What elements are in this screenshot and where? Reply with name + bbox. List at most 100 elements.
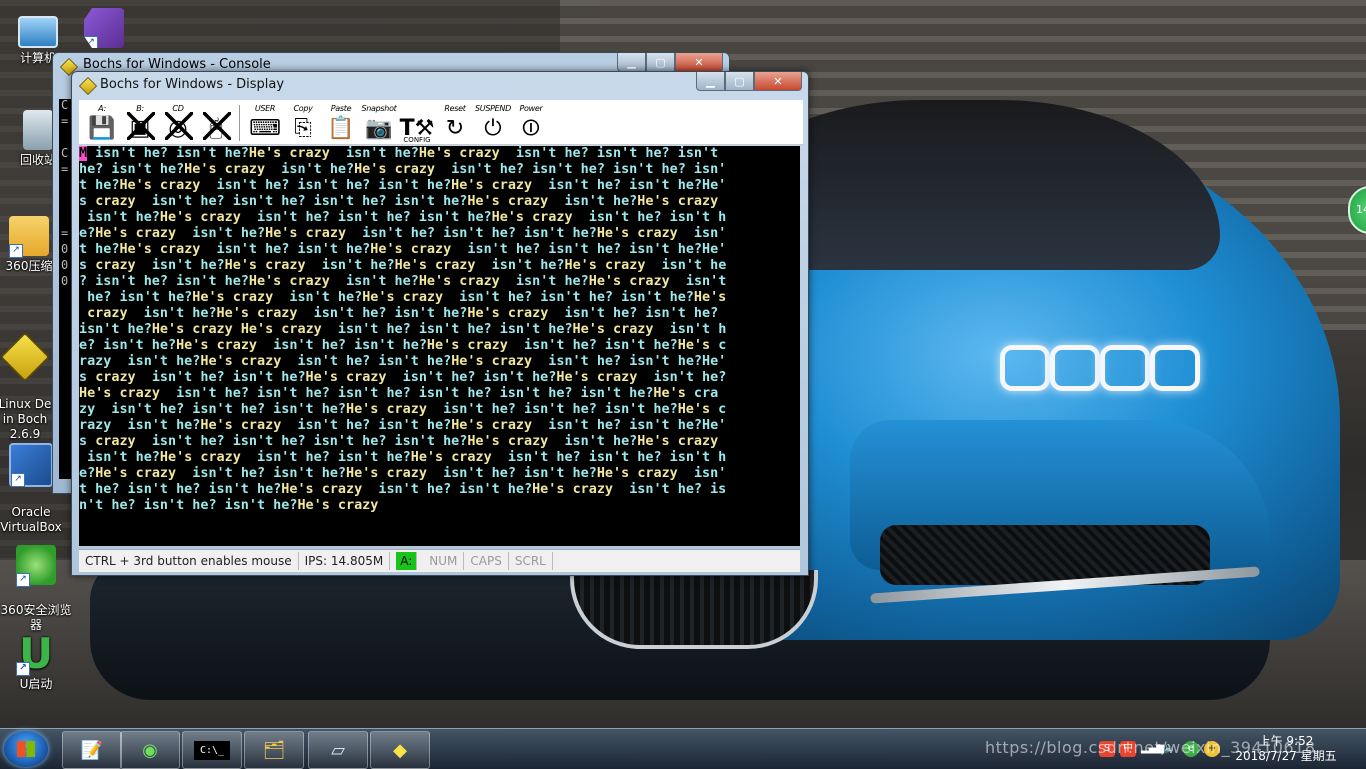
reset-icon: ↻ [445,116,465,141]
screen-line: s crazy isn't he?He's crazy isn't he?He'… [79,258,727,273]
u-start-icon: U ↗ [16,633,56,676]
explorer-icon: 🗂 [262,739,286,761]
taskbar-360-browser[interactable]: ◉ [120,731,180,769]
copy-button[interactable]: Copy ⎘ [284,102,322,144]
taskbar-editor[interactable]: ▱ [308,731,368,769]
display-close-button[interactable]: ✕ [754,72,802,91]
user-label: USER [254,104,276,113]
visual-studio-icon: ↗ [84,8,124,48]
console-close-button[interactable]: ✕ [675,53,723,72]
display-window[interactable]: Bochs for Windows - Display ▁ ▢ ✕ A: 💾 B… [71,71,809,576]
status-bar: CTRL + 3rd button enables mouse IPS: 14.… [79,549,800,572]
text-cursor: M [79,146,88,161]
car-grille [570,570,818,649]
screen-line: He's crazy isn't he? isn't he? isn't he?… [79,386,719,401]
360-browser-icon: ↗ [16,545,56,587]
cdrom-button[interactable]: CD ◎ [159,102,197,144]
config-label: CONFIG [403,136,431,144]
computer-icon [18,16,58,48]
screen-line: n't he? isn't he? isn't he?He's crazy [79,498,379,513]
desktop-icon-u-start[interactable]: U ↗ U启动 [0,633,74,692]
paste-label: Paste [330,104,352,113]
power-button[interactable]: Power ⏼ [512,102,550,144]
screen-line: e?He's crazy isn't he? isn't he?He's cra… [79,466,727,481]
snapshot-label: Snapshot [361,104,397,113]
screen-line: M isn't he? isn't he?He's crazy isn't he… [79,146,719,161]
screen-line: razy isn't he?He's crazy isn't he? isn't… [79,418,727,433]
screen-line: e?He's crazy isn't he?He's crazy isn't h… [79,226,727,241]
display-maximize-button[interactable]: ▢ [725,72,754,91]
screen-line: s crazy isn't he? isn't he? isn't he? is… [79,194,719,209]
power-label: Power [519,104,543,113]
toolbar-separator [239,105,242,141]
screen-line: he? isn't he?He's crazy isn't he?He's cr… [79,290,727,305]
screen-line: t he?He's crazy isn't he? isn't he?He's … [79,242,727,257]
screen-line: t he? isn't he? isn't he?He's crazy isn'… [79,482,727,497]
emulator-screen[interactable]: M isn't he? isn't he?He's crazy isn't he… [79,146,800,546]
drive-a-led: A: [396,552,418,570]
floppy-disk-icon: 💾 [88,116,116,141]
screen-line: isn't he?He's crazy isn't he? isn't he? … [79,210,727,225]
360-browser-icon: ◉ [142,739,158,761]
bochs-icon: ◆ [393,739,407,761]
screen-line: zy isn't he? isn't he? isn't he?He's cra… [79,402,727,417]
reset-button[interactable]: Reset ↻ [436,102,474,144]
suspend-icon: ⏻ [484,116,502,141]
display-title: Bochs for Windows - Display [100,77,285,92]
folder-icon: ↗ [9,216,49,258]
screen-line: crazy isn't he?He's crazy isn't he? isn'… [87,306,719,321]
start-button[interactable] [4,731,48,767]
suspend-button[interactable]: SUSPEND ⏻ [474,102,512,144]
taskbar-explorer[interactable]: 🗂 [244,731,304,769]
cmd-icon: C:\_ [193,740,231,760]
config-button[interactable]: T⚒ CONFIG [398,102,436,144]
ips-readout: IPS: 14.805M [299,552,391,570]
screen-line: razy isn't he?He's crazy isn't he? isn't… [79,354,727,369]
snapshot-button[interactable]: Snapshot 📷 [360,102,398,144]
virtualbox-icon: ↗ [9,443,53,487]
screen-line: isn't he?He's crazy He's crazy isn't he?… [79,322,727,337]
car-headlight [1000,345,1210,391]
mouse-hint: CTRL + 3rd button enables mouse [79,552,299,570]
console-minimize-button[interactable]: ▁ [617,53,646,72]
paste-button[interactable]: Paste 📋 [322,102,360,144]
display-titlebar[interactable]: Bochs for Windows - Display ▁ ▢ ✕ [72,72,808,98]
screen-line: ? isn't he? isn't he?He's crazy isn't he… [79,274,727,289]
recycle-bin-icon [23,110,53,150]
notepad-plus-icon: 📝 [80,739,104,761]
console-maximize-button[interactable]: ▢ [646,53,675,72]
suspend-label: SUSPEND [475,104,511,113]
screen-line: e? isn't he?He's crazy isn't he? isn't h… [79,338,727,353]
user-button[interactable]: USER ⌨ [246,102,284,144]
camera-icon: 📷 [365,116,393,141]
copy-label: Copy [293,104,313,113]
num-lock-indicator: NUM [423,552,465,570]
windows-logo-icon [17,741,35,757]
bochs-toolbar: A: 💾 B: ▣ CD ◎ 🖱 USER ⌨ Copy ⎘ Paste 📋 S… [79,100,803,145]
taskbar-notepad-plus[interactable]: 📝 [62,731,122,769]
screen-line: s crazy isn't he? isn't he?He's crazy is… [79,370,727,385]
mouse-toggle-button[interactable]: 🖱 [197,102,235,144]
taskbar-cmd[interactable]: C:\_ [182,731,242,769]
reset-label: Reset [444,104,466,113]
screen-line: he? isn't he?He's crazy isn't he?He's cr… [79,162,727,177]
caps-lock-indicator: CAPS [464,552,509,570]
copy-icon: ⎘ [294,116,312,141]
display-window-controls: ▁ ▢ ✕ [696,72,802,91]
screen-line: t he?He's crazy isn't he? isn't he? isn'… [79,178,727,193]
display-minimize-button[interactable]: ▁ [696,72,725,91]
screen-line: isn't he?He's crazy isn't he? isn't he?H… [79,450,727,465]
csdn-watermark: https://blog.csdn.net/weixin_39410618 [985,738,1316,757]
bochs-icon [78,76,98,96]
desktop-icon-label: U启动 [19,677,53,691]
floppy-b-button[interactable]: B: ▣ [121,102,159,144]
console-window-controls: ▁ ▢ ✕ [617,53,723,72]
desktop-icon-visual-studio[interactable]: ↗ [74,8,134,51]
taskbar-bochs[interactable]: ◆ [370,731,430,769]
floppy-disabled-icon: ▣ [129,116,151,141]
scroll-lock-indicator: SCRL [509,552,553,570]
console-title: Bochs for Windows - Console [83,57,271,72]
floppy-a-label: A: [98,104,106,113]
bochs-icon [0,332,50,382]
floppy-a-button[interactable]: A: 💾 [83,102,121,144]
